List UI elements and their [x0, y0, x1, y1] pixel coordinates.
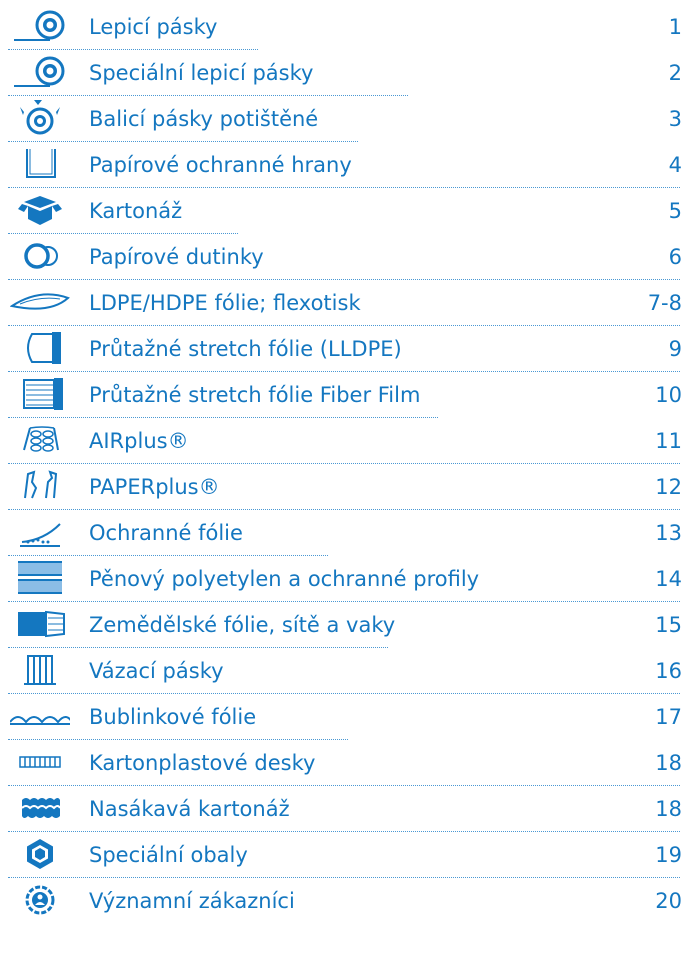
toc-page-number: 11	[655, 429, 682, 453]
protective-film-icon	[10, 514, 70, 550]
toc-page-number: 4	[668, 153, 682, 177]
toc-title: Lepicí pásky	[89, 15, 218, 39]
toc-row[interactable]: Papírové dutinky 6	[0, 234, 688, 280]
toc-title: Průtažné stretch fólie Fiber Film	[89, 383, 421, 407]
film-sheet-icon	[10, 284, 70, 320]
toc-row[interactable]: Kartonáž 5	[0, 188, 688, 234]
toc-title: Zemědělské fólie, sítě a vaky	[89, 613, 396, 637]
air-cushion-icon	[10, 422, 70, 458]
toc-page-number: 3	[668, 107, 682, 131]
strapping-icon	[10, 652, 70, 688]
toc-title: PAPERplus®	[89, 475, 220, 499]
toc-row[interactable]: AIRplus® 11	[0, 418, 688, 464]
fiber-film-icon	[10, 376, 70, 412]
toc-row[interactable]: Ochranné fólie 13	[0, 510, 688, 556]
toc-row[interactable]: Průtažné stretch fólie Fiber Film 10	[0, 372, 688, 418]
toc-title: Papírové ochranné hrany	[89, 153, 352, 177]
table-of-contents: Lepicí pásky 1 Speciální lepicí pásky 2 …	[0, 0, 688, 957]
toc-title: Pěnový polyetylen a ochranné profily	[89, 567, 480, 591]
toc-title: Speciální obaly	[89, 843, 248, 867]
toc-page-number: 9	[668, 337, 682, 361]
toc-page-number: 12	[655, 475, 682, 499]
special-tape-roll-icon	[10, 54, 70, 90]
printed-tape-icon	[10, 100, 70, 136]
toc-title: Speciální lepicí pásky	[89, 61, 314, 85]
stretch-film-icon	[10, 330, 70, 366]
toc-page-number: 13	[655, 521, 682, 545]
toc-page-number: 17	[655, 705, 682, 729]
toc-page-number: 5	[668, 199, 682, 223]
toc-title: LDPE/HDPE fólie; flexotisk	[89, 291, 361, 315]
agri-film-icon	[10, 606, 70, 642]
toc-row[interactable]: Vázací pásky 16	[0, 648, 688, 694]
paper-fill-icon	[10, 468, 70, 504]
toc-title: Kartonplastové desky	[89, 751, 316, 775]
toc-page-number: 18	[655, 797, 682, 821]
tape-roll-icon	[10, 8, 70, 44]
toc-page-number: 18	[655, 751, 682, 775]
toc-title: Kartonáž	[89, 199, 183, 223]
toc-row[interactable]: Speciální obaly 19	[0, 832, 688, 878]
foam-icon	[10, 560, 70, 596]
toc-page-number: 20	[655, 889, 682, 913]
toc-row[interactable]: Významní zákazníci 20	[0, 878, 688, 924]
toc-page-number: 2	[668, 61, 682, 85]
cardboard-box-icon	[10, 192, 70, 228]
toc-page-number: 10	[655, 383, 682, 407]
toc-row[interactable]: Kartonplastové desky 18	[0, 740, 688, 786]
toc-title: Ochranné fólie	[89, 521, 243, 545]
toc-row[interactable]: Papírové ochranné hrany 4	[0, 142, 688, 188]
toc-page-number: 16	[655, 659, 682, 683]
toc-title: Nasákavá kartonáž	[89, 797, 290, 821]
toc-page-number: 7-8	[647, 291, 682, 315]
toc-page-number: 14	[655, 567, 682, 591]
toc-row[interactable]: PAPERplus® 12	[0, 464, 688, 510]
toc-title: Papírové dutinky	[89, 245, 264, 269]
paper-core-icon	[10, 238, 70, 274]
toc-row[interactable]: Pěnový polyetylen a ochranné profily 14	[0, 556, 688, 602]
corrugated-plastic-icon	[10, 744, 70, 780]
bubble-wrap-icon	[10, 698, 70, 734]
toc-page-number: 15	[655, 613, 682, 637]
customers-icon	[10, 882, 70, 918]
toc-title: Vázací pásky	[89, 659, 224, 683]
toc-page-number: 19	[655, 843, 682, 867]
toc-title: Balicí pásky potištěné	[89, 107, 319, 131]
toc-row[interactable]: Speciální lepicí pásky 2	[0, 50, 688, 96]
toc-title: Významní zákazníci	[89, 889, 295, 913]
toc-row[interactable]: Zemědělské fólie, sítě a vaky 15	[0, 602, 688, 648]
toc-title: AIRplus®	[89, 429, 189, 453]
toc-row[interactable]: Bublinkové fólie 17	[0, 694, 688, 740]
toc-page-number: 1	[668, 15, 682, 39]
toc-row[interactable]: Lepicí pásky 1	[0, 4, 688, 50]
toc-row[interactable]: Nasákavá kartonáž 18	[0, 786, 688, 832]
toc-title: Průtažné stretch fólie (LLDPE)	[89, 337, 402, 361]
toc-title: Bublinkové fólie	[89, 705, 257, 729]
toc-page-number: 6	[668, 245, 682, 269]
absorbent-cardboard-icon	[10, 790, 70, 826]
special-packaging-icon	[10, 836, 70, 872]
edge-protector-icon	[10, 146, 70, 182]
toc-row[interactable]: LDPE/HDPE fólie; flexotisk 7-8	[0, 280, 688, 326]
toc-row[interactable]: Balicí pásky potištěné 3	[0, 96, 688, 142]
toc-row[interactable]: Průtažné stretch fólie (LLDPE) 9	[0, 326, 688, 372]
